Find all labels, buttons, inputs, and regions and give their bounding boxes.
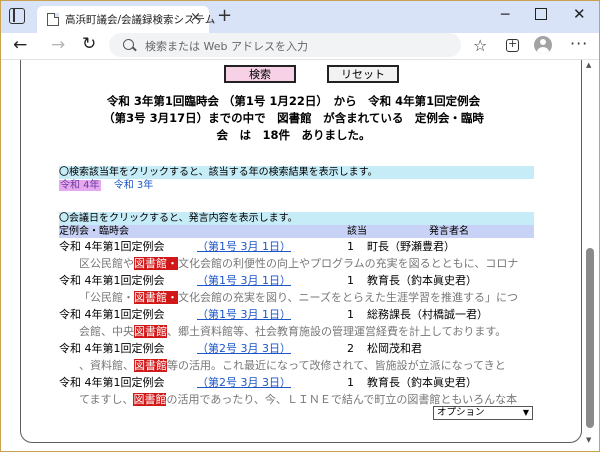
meeting-date-link[interactable]: （第2号 3月 3日） xyxy=(197,374,291,391)
tab-close-icon[interactable]: × xyxy=(190,11,201,25)
window-close-icon[interactable]: ✕ xyxy=(573,5,586,23)
minimize-icon[interactable]: ─ xyxy=(501,7,509,23)
excerpt-text: 文化会館の利便性の向上やプログラムの充実を図るとともに、コロナ xyxy=(178,257,519,270)
excerpt-text: 区公民館や xyxy=(79,257,134,270)
meeting-name: 令和 4年第1回定例会 xyxy=(59,342,165,355)
match-count: 1 xyxy=(347,308,354,321)
forward-icon[interactable]: → xyxy=(51,35,65,55)
excerpt-text: てますし、 xyxy=(79,393,134,406)
collections-icon[interactable] xyxy=(506,37,519,52)
result-row: 令和 4年第1回定例会 （第1号 3月 1日） 1 総務課長（村橋誠一君） xyxy=(59,306,569,323)
chevron-down-icon: ▼ xyxy=(522,408,529,417)
speaker-name: 教育長（釣本眞史君） xyxy=(367,274,477,287)
speaker-name: 教育長（釣本眞史君） xyxy=(367,376,477,389)
result-row: 令和 4年第1回定例会 （第1号 3月 1日） 1 教育長（釣本眞史君） xyxy=(59,272,569,289)
new-tab-icon[interactable]: + xyxy=(217,7,232,25)
page-scrollbar[interactable]: ▲ ▼ xyxy=(583,60,597,448)
column-meeting: 定例会・臨時会 xyxy=(59,226,129,237)
button-row: 検索 リセット xyxy=(21,65,566,85)
summary-line-2: （第3号 3月17日）までの中で 図書館 が含まれている 定例会・臨時 xyxy=(103,111,484,125)
browser-window: 高浜町議会/会議録検索システム × + ─ ✕ ← → ↻ 検索または Web … xyxy=(0,0,600,452)
result-row: 令和 4年第1回定例会 （第2号 3月 3日） 1 教育長（釣本眞史君） xyxy=(59,374,569,391)
keyword-highlight: 図書館・ xyxy=(134,257,178,270)
meeting-date-link[interactable]: （第2号 3月 3日） xyxy=(197,340,291,357)
speaker-name: 総務課長（村橋誠一君） xyxy=(367,308,488,321)
excerpt-text: 、郷土資料館等、社会教育施設の管理運営経費を計上しております。 xyxy=(167,325,507,338)
excerpt-text: 文化会館の充実を図り、ニーズをとらえた生涯学習を推進する」につ xyxy=(178,291,519,304)
meeting-name: 令和 4年第1回定例会 xyxy=(59,274,165,287)
results-list: 令和 4年第1回定例会 （第1号 3月 1日） 1 町長（野瀬豊君） 区公民館や… xyxy=(59,238,569,408)
year-link-r3[interactable]: 令和 3年 xyxy=(114,180,154,191)
speaker-name: 町長（野瀬豊君） xyxy=(367,240,455,253)
year-info-bar: 〇検索該当年をクリックすると、該当する年の検索結果を表示します。 xyxy=(59,166,534,179)
meeting-date-link[interactable]: （第1号 3月 1日） xyxy=(197,238,291,255)
meeting-name: 令和 4年第1回定例会 xyxy=(59,240,165,253)
meeting-name: 令和 4年第1回定例会 xyxy=(59,308,165,321)
result-excerpt: 「公民館・図書館・文化会館の充実を図り、ニーズをとらえた生涯学習を推進する」につ xyxy=(59,289,569,306)
excerpt-text: の活用であったり、今、ＬＩＮＥで結んで町立の図書館ともいろんな本 xyxy=(166,393,518,406)
keyword-highlight: 図書館 xyxy=(134,359,167,372)
excerpt-text: 「公民館・ xyxy=(79,291,134,304)
result-excerpt: 区公民館や図書館・文化会館の利便性の向上やプログラムの充実を図るとともに、コロナ xyxy=(59,255,569,272)
page-content: 検索 リセット 令和 3年第1回臨時会 （第1号 1月22日） から 令和 4年… xyxy=(20,60,582,443)
keyword-highlight: 図書館 xyxy=(133,393,167,406)
scroll-thumb[interactable] xyxy=(586,248,594,428)
meeting-name: 令和 4年第1回定例会 xyxy=(59,376,165,389)
search-icon xyxy=(123,39,134,50)
scroll-down-icon[interactable]: ▼ xyxy=(586,436,591,444)
result-row: 令和 4年第1回定例会 （第1号 3月 1日） 1 町長（野瀬豊君） xyxy=(59,238,569,255)
scroll-up-icon[interactable]: ▲ xyxy=(586,61,591,69)
match-count: 1 xyxy=(347,376,354,389)
excerpt-text: 等の活用。これ最近になって改修されて、皆施設が立派になってきと xyxy=(167,359,506,372)
results-header: 定例会・臨時会 該当 発言者名 xyxy=(59,225,534,238)
refresh-icon[interactable]: ↻ xyxy=(82,34,96,54)
search-button[interactable]: 検索 xyxy=(224,65,296,83)
meeting-date-link[interactable]: （第1号 3月 1日） xyxy=(197,272,291,289)
keyword-highlight: 図書館 xyxy=(134,325,167,338)
summary-line-1: 令和 3年第1回臨時会 （第1号 1月22日） から 令和 4年第1回定例会 xyxy=(106,94,481,108)
more-menu-icon[interactable]: ··· xyxy=(570,34,588,53)
excerpt-text: 会館、中央 xyxy=(79,325,134,338)
address-placeholder: 検索または Web アドレスを入力 xyxy=(145,40,308,53)
browser-toolbar: ← → ↻ 検索または Web アドレスを入力 ☆ ··· xyxy=(1,33,599,60)
result-summary: 令和 3年第1回臨時会 （第1号 1月22日） から 令和 4年第1回定例会 （… xyxy=(21,93,566,144)
reset-button[interactable]: リセット xyxy=(327,65,399,83)
browser-tab[interactable]: 高浜町議会/会議録検索システム × xyxy=(37,6,215,33)
result-excerpt: 会館、中央図書館、郷土資料館等、社会教育施設の管理運営経費を計上しております。 xyxy=(59,323,569,340)
excerpt-text: 、資料館、 xyxy=(79,359,134,372)
options-select-value: オプション xyxy=(437,407,485,418)
year-links: 令和 4年 令和 3年 xyxy=(59,179,163,192)
profile-avatar-icon[interactable] xyxy=(534,36,552,54)
match-count: 1 xyxy=(347,274,354,287)
result-row: 令和 4年第1回定例会 （第2号 3月 3日） 2 松岡茂和君 xyxy=(59,340,569,357)
match-count: 1 xyxy=(347,240,354,253)
page-favicon-icon xyxy=(47,13,59,26)
tab-strip: 高浜町議会/会議録検索システム × + ─ ✕ xyxy=(1,1,599,33)
summary-line-3: 会 は 18件 ありました。 xyxy=(216,128,371,142)
options-select[interactable]: オプション ▼ xyxy=(433,406,533,420)
speaker-name: 松岡茂和君 xyxy=(367,342,422,355)
column-speaker: 発言者名 xyxy=(429,226,469,237)
keyword-highlight: 図書館・ xyxy=(134,291,178,304)
favorite-star-icon[interactable]: ☆ xyxy=(473,36,487,55)
address-bar[interactable]: 検索または Web アドレスを入力 xyxy=(109,33,461,57)
meeting-info-bar: 〇会議日をクリックすると、発言内容を表示します。 xyxy=(59,212,534,225)
tab-actions-icon[interactable] xyxy=(9,8,25,24)
maximize-icon[interactable] xyxy=(535,8,547,20)
result-excerpt: 、資料館、図書館等の活用。これ最近になって改修されて、皆施設が立派になってきと xyxy=(59,357,569,374)
back-icon[interactable]: ← xyxy=(13,35,27,55)
year-link-r4[interactable]: 令和 4年 xyxy=(59,180,101,191)
meeting-date-link[interactable]: （第1号 3月 1日） xyxy=(197,306,291,323)
column-item: 該当 xyxy=(347,226,367,237)
match-count: 2 xyxy=(347,342,354,355)
